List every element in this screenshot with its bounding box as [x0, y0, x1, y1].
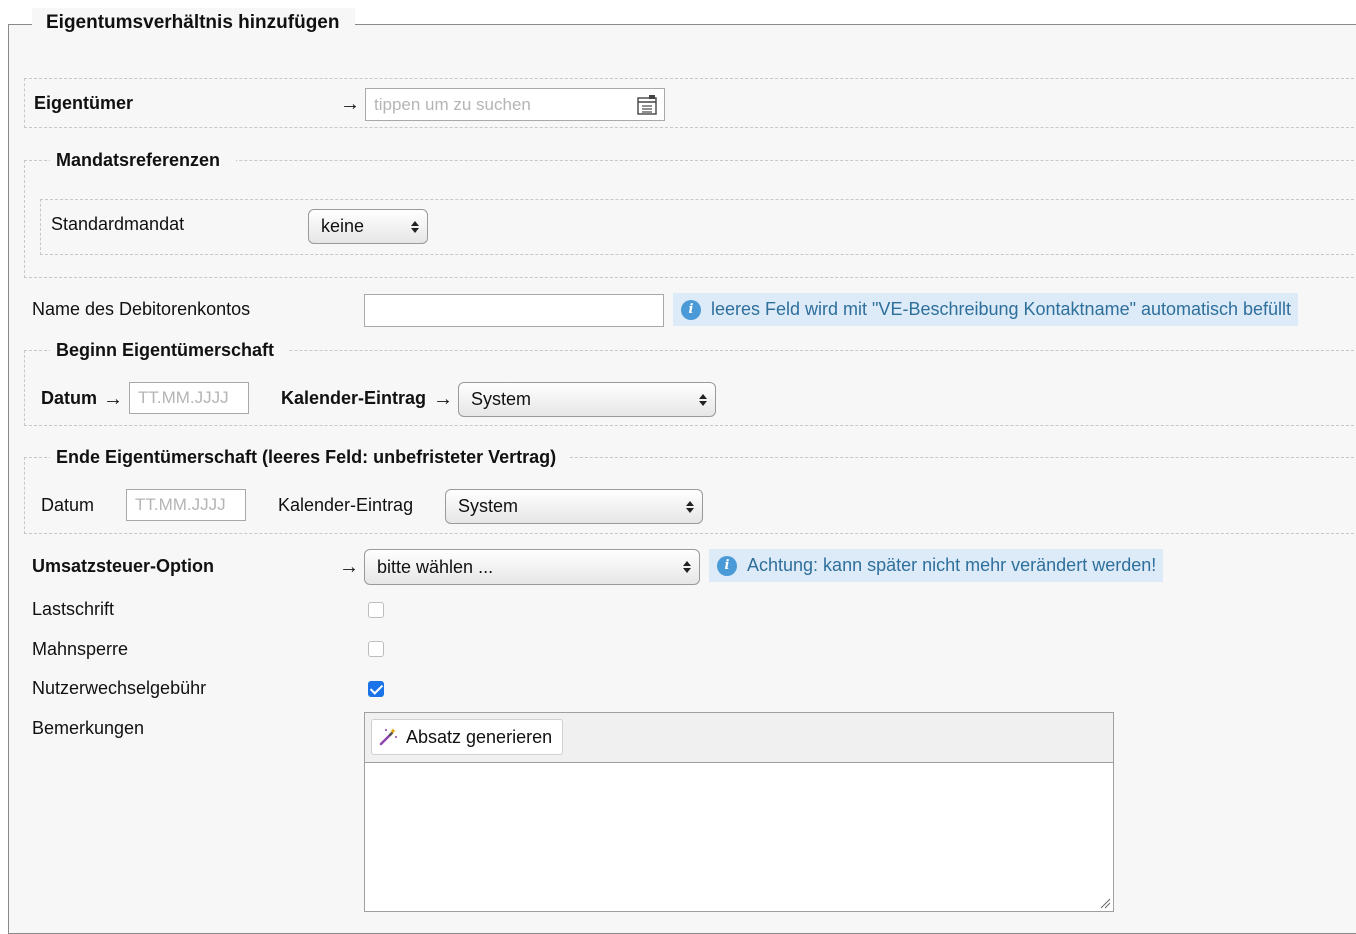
owner-section — [24, 78, 1356, 128]
user-change-fee-checkbox[interactable] — [368, 681, 384, 697]
end-ownership-legend: Ende Eigentümerschaft (leeres Feld: unbe… — [50, 445, 571, 472]
begin-calendar-value: System — [471, 389, 532, 409]
remarks-editor[interactable]: Absatz generieren — [364, 712, 1114, 912]
end-calendar-select[interactable]: System — [445, 489, 703, 524]
begin-date-label: Datum — [41, 388, 98, 408]
select-chevron-icon — [683, 561, 691, 573]
required-arrow: → — [339, 556, 359, 578]
select-chevron-icon — [686, 500, 694, 513]
begin-date-input[interactable]: TT.MM.JJJJ — [129, 382, 249, 414]
direct-debit-label: Lastschrift — [32, 599, 115, 619]
magic-wand-icon — [378, 727, 398, 747]
debtor-info-text: leeres Feld wird mit "VE-Beschreibung Ko… — [711, 299, 1292, 319]
debtor-account-label: Name des Debitorenkontos — [32, 299, 251, 319]
begin-calendar-label: Kalender-Eintrag — [281, 388, 427, 408]
required-arrow: → — [103, 388, 123, 410]
default-mandate-label: Standardmandat — [51, 214, 185, 234]
user-change-fee-label: Nutzerwechselgebühr — [32, 678, 207, 698]
begin-ownership-legend: Beginn Eigentümerschaft — [50, 338, 289, 365]
owner-search-input[interactable]: tippen um zu suchen — [365, 88, 665, 121]
end-calendar-label: Kalender-Eintrag — [278, 495, 414, 515]
debtor-account-input[interactable] — [364, 294, 664, 327]
end-date-placeholder: TT.MM.JJJJ — [135, 495, 226, 514]
required-arrow: → — [433, 388, 453, 410]
form-title: Eigentumsverhältnis hinzufügen — [32, 8, 356, 44]
end-calendar-value: System — [458, 496, 519, 516]
vat-option-value: bitte wählen ... — [377, 556, 494, 577]
generate-paragraph-label: Absatz generieren — [406, 726, 553, 747]
mandates-legend: Mandatsreferenzen — [50, 148, 237, 175]
dunning-block-checkbox[interactable] — [368, 641, 384, 657]
begin-calendar-select[interactable]: System — [458, 382, 716, 417]
direct-debit-checkbox[interactable] — [368, 602, 384, 618]
end-date-input[interactable]: TT.MM.JJJJ — [126, 489, 246, 521]
default-mandate-section — [40, 199, 1356, 255]
vat-option-select[interactable]: bitte wählen ... — [364, 549, 700, 585]
remarks-editor-toolbar: Absatz generieren — [365, 713, 1113, 763]
required-arrow: → — [340, 93, 360, 115]
owner-label: Eigentümer — [34, 93, 134, 113]
debtor-info-box: i leeres Feld wird mit "VE-Beschreibung … — [673, 293, 1298, 326]
select-chevron-icon — [411, 220, 419, 233]
end-date-label: Datum — [41, 495, 95, 515]
default-mandate-value: keine — [321, 216, 365, 236]
owner-search-placeholder: tippen um zu suchen — [374, 94, 531, 114]
dunning-block-label: Mahnsperre — [32, 639, 129, 659]
generate-paragraph-button[interactable]: Absatz generieren — [371, 719, 564, 755]
vat-option-label: Umsatzsteuer-Option — [32, 556, 215, 576]
vat-info-box: i Achtung: kann später nicht mehr veränd… — [709, 549, 1163, 582]
resize-handle-icon[interactable] — [1099, 897, 1111, 909]
info-icon: i — [681, 299, 701, 320]
remarks-textarea[interactable] — [365, 763, 1113, 911]
default-mandate-select[interactable]: keine — [308, 209, 428, 244]
info-icon: i — [717, 555, 737, 576]
remarks-label: Bemerkungen — [32, 718, 145, 738]
vat-info-text: Achtung: kann später nicht mehr veränder… — [747, 555, 1157, 575]
select-chevron-icon — [699, 393, 707, 406]
list-picker-icon[interactable] — [636, 94, 658, 121]
begin-date-placeholder: TT.MM.JJJJ — [138, 388, 229, 407]
